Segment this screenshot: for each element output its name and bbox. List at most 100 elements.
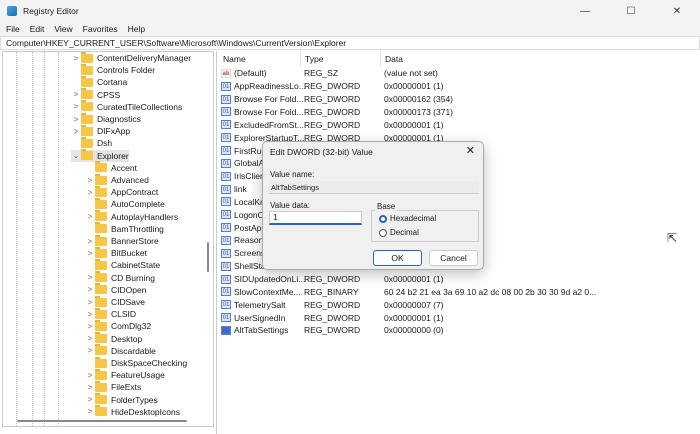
ok-button[interactable]: OK: [373, 250, 422, 266]
tree-item-label: FeatureUsage: [111, 370, 165, 381]
tree-item[interactable]: ⌄ Explorer: [71, 149, 129, 162]
tree-item[interactable]: Cortana: [71, 75, 127, 88]
value-data: (value not set): [384, 68, 438, 79]
tree-item[interactable]: BamThrottling: [85, 222, 164, 235]
tree-item[interactable]: > CuratedTileCollections: [71, 100, 182, 113]
expand-chevron-icon[interactable]: >: [71, 54, 81, 63]
value-data: 0x00000007 (7): [384, 299, 444, 310]
folder-icon: [95, 332, 107, 344]
tree-item[interactable]: > AppContract: [85, 185, 158, 198]
tree-item[interactable]: > Desktop: [85, 332, 143, 345]
folder-icon: [81, 149, 93, 161]
tree-item-label: Discardable: [111, 345, 156, 356]
tree-item-label: Desktop: [111, 333, 143, 344]
tree-item[interactable]: > CIDSave: [85, 295, 145, 308]
maximize-button[interactable]: ☐: [608, 0, 654, 22]
cancel-button[interactable]: Cancel: [429, 250, 478, 266]
value-row[interactable]: ab (Default) REG_SZ (value not set): [217, 67, 700, 80]
value-row[interactable]: 01 ExcludedFromSt... REG_DWORD 0x00000001 (…: [217, 118, 700, 131]
expand-chevron-icon[interactable]: >: [85, 285, 95, 294]
expand-chevron-icon[interactable]: >: [85, 249, 95, 258]
expand-chevron-icon[interactable]: >: [85, 188, 95, 197]
tree-item[interactable]: > Diagnostics: [71, 112, 141, 125]
value-row[interactable]: 01 AppReadinessLo... REG_DWORD 0x00000001 (…: [217, 80, 700, 93]
expand-chevron-icon[interactable]: ⌄: [71, 151, 81, 160]
expand-chevron-icon[interactable]: >: [85, 371, 95, 380]
expand-chevron-icon[interactable]: >: [85, 212, 95, 221]
menu-favorites[interactable]: Favorites: [83, 24, 118, 34]
tree-vertical-scrollbar[interactable]: [207, 242, 209, 272]
tree-item[interactable]: > ContentDeliveryManager: [71, 52, 191, 64]
hexadecimal-radio[interactable]: Hexadecimal: [379, 214, 436, 223]
expand-chevron-icon[interactable]: >: [85, 395, 95, 404]
column-header-data[interactable]: Data: [385, 51, 403, 67]
value-row[interactable]: 01 SlowContextMe... REG_BINARY 60 24 b2 21 …: [217, 285, 700, 298]
tree-item[interactable]: > CLSID: [85, 307, 136, 320]
tree-item[interactable]: > CIDOpen: [85, 283, 146, 296]
binary-value-icon: 01: [221, 261, 231, 271]
tree-horizontal-scrollbar[interactable]: [17, 420, 187, 422]
expand-chevron-icon[interactable]: >: [85, 176, 95, 185]
menu-file[interactable]: File: [6, 24, 20, 34]
expand-chevron-icon[interactable]: >: [85, 322, 95, 331]
expand-chevron-icon[interactable]: >: [71, 90, 81, 99]
value-data: 0x00000001 (1): [384, 81, 444, 92]
tree-item[interactable]: > HideDesktopIcons: [85, 405, 180, 418]
value-row[interactable]: 01 SIDUpdatedOnLi... REG_DWORD 0x00000001 (…: [217, 273, 700, 286]
menu-edit[interactable]: Edit: [30, 24, 45, 34]
dialog-close-button[interactable]: ✕: [466, 144, 475, 157]
expand-chevron-icon[interactable]: >: [71, 102, 81, 111]
expand-chevron-icon[interactable]: >: [85, 334, 95, 343]
decimal-radio[interactable]: Decimal: [379, 228, 419, 237]
expand-chevron-icon[interactable]: >: [85, 407, 95, 416]
tree-item[interactable]: Dsh: [71, 136, 113, 149]
tree-item[interactable]: > Advanced: [85, 173, 149, 186]
expand-chevron-icon[interactable]: >: [85, 346, 95, 355]
tree-item-label: ComDlg32: [111, 321, 152, 332]
tree-item[interactable]: AutoComplete: [85, 197, 165, 210]
minimize-button[interactable]: —: [562, 0, 608, 22]
folder-icon: [95, 356, 107, 368]
value-row[interactable]: 01 TelemetrySalt REG_DWORD 0x00000007 (7): [217, 298, 700, 311]
menu-help[interactable]: Help: [128, 24, 145, 34]
tree-item[interactable]: > AutoplayHandlers: [85, 210, 178, 223]
column-header-type[interactable]: Type: [305, 51, 323, 67]
menu-view[interactable]: View: [54, 24, 72, 34]
tree-item[interactable]: CabinetState: [85, 258, 160, 271]
value-data: 0x00000000 (0): [384, 325, 444, 336]
tree-item[interactable]: > DIFxApp: [71, 124, 130, 137]
expand-chevron-icon[interactable]: >: [85, 237, 95, 246]
folder-icon: [95, 197, 107, 209]
expand-chevron-icon[interactable]: >: [85, 273, 95, 282]
tree-item[interactable]: > BitBucket: [85, 246, 147, 259]
tree-item[interactable]: > BannerStore: [85, 234, 159, 247]
value-row[interactable]: 01 UserSignedIn REG_DWORD 0x00000001 (1): [217, 311, 700, 324]
tree-item-label: ContentDeliveryManager: [97, 53, 192, 63]
close-button[interactable]: ✕: [654, 0, 700, 22]
tree-item[interactable]: Accent: [85, 161, 137, 174]
value-row[interactable]: 01 Browse For Fold... REG_DWORD 0x00000162 …: [217, 93, 700, 106]
value-data-input[interactable]: 1: [269, 211, 362, 225]
binary-value-icon: 01: [221, 235, 231, 245]
value-type: REG_DWORD: [304, 312, 361, 323]
expand-chevron-icon[interactable]: >: [85, 298, 95, 307]
tree-item-label: Dsh: [97, 138, 113, 149]
expand-chevron-icon[interactable]: >: [71, 115, 81, 124]
address-bar[interactable]: Computer\HKEY_CURRENT_USER\Software\Micr…: [0, 36, 700, 50]
tree-item[interactable]: > CPSS: [71, 88, 120, 101]
expand-chevron-icon[interactable]: >: [85, 310, 95, 319]
column-header-name[interactable]: Name: [223, 51, 246, 67]
expand-chevron-icon[interactable]: >: [85, 383, 95, 392]
tree-item[interactable]: > ComDlg32: [85, 319, 152, 332]
tree-item[interactable]: > FileExts: [85, 380, 141, 393]
tree-item[interactable]: DiskSpaceChecking: [85, 356, 187, 369]
tree-item[interactable]: > FeatureUsage: [85, 368, 165, 381]
tree-item[interactable]: Controls Folder: [71, 63, 155, 76]
folder-icon: [95, 161, 107, 173]
tree-item[interactable]: > CD Burning: [85, 271, 155, 284]
tree-item[interactable]: > Discardable: [85, 344, 156, 357]
value-row[interactable]: 01 Browse For Fold... REG_DWORD 0x00000173 …: [217, 106, 700, 119]
value-row[interactable]: 01 AltTabSettings REG_DWORD 0x00000000 (0): [217, 324, 700, 337]
expand-chevron-icon[interactable]: >: [71, 127, 81, 136]
tree-item[interactable]: > FolderTypes: [85, 393, 158, 406]
